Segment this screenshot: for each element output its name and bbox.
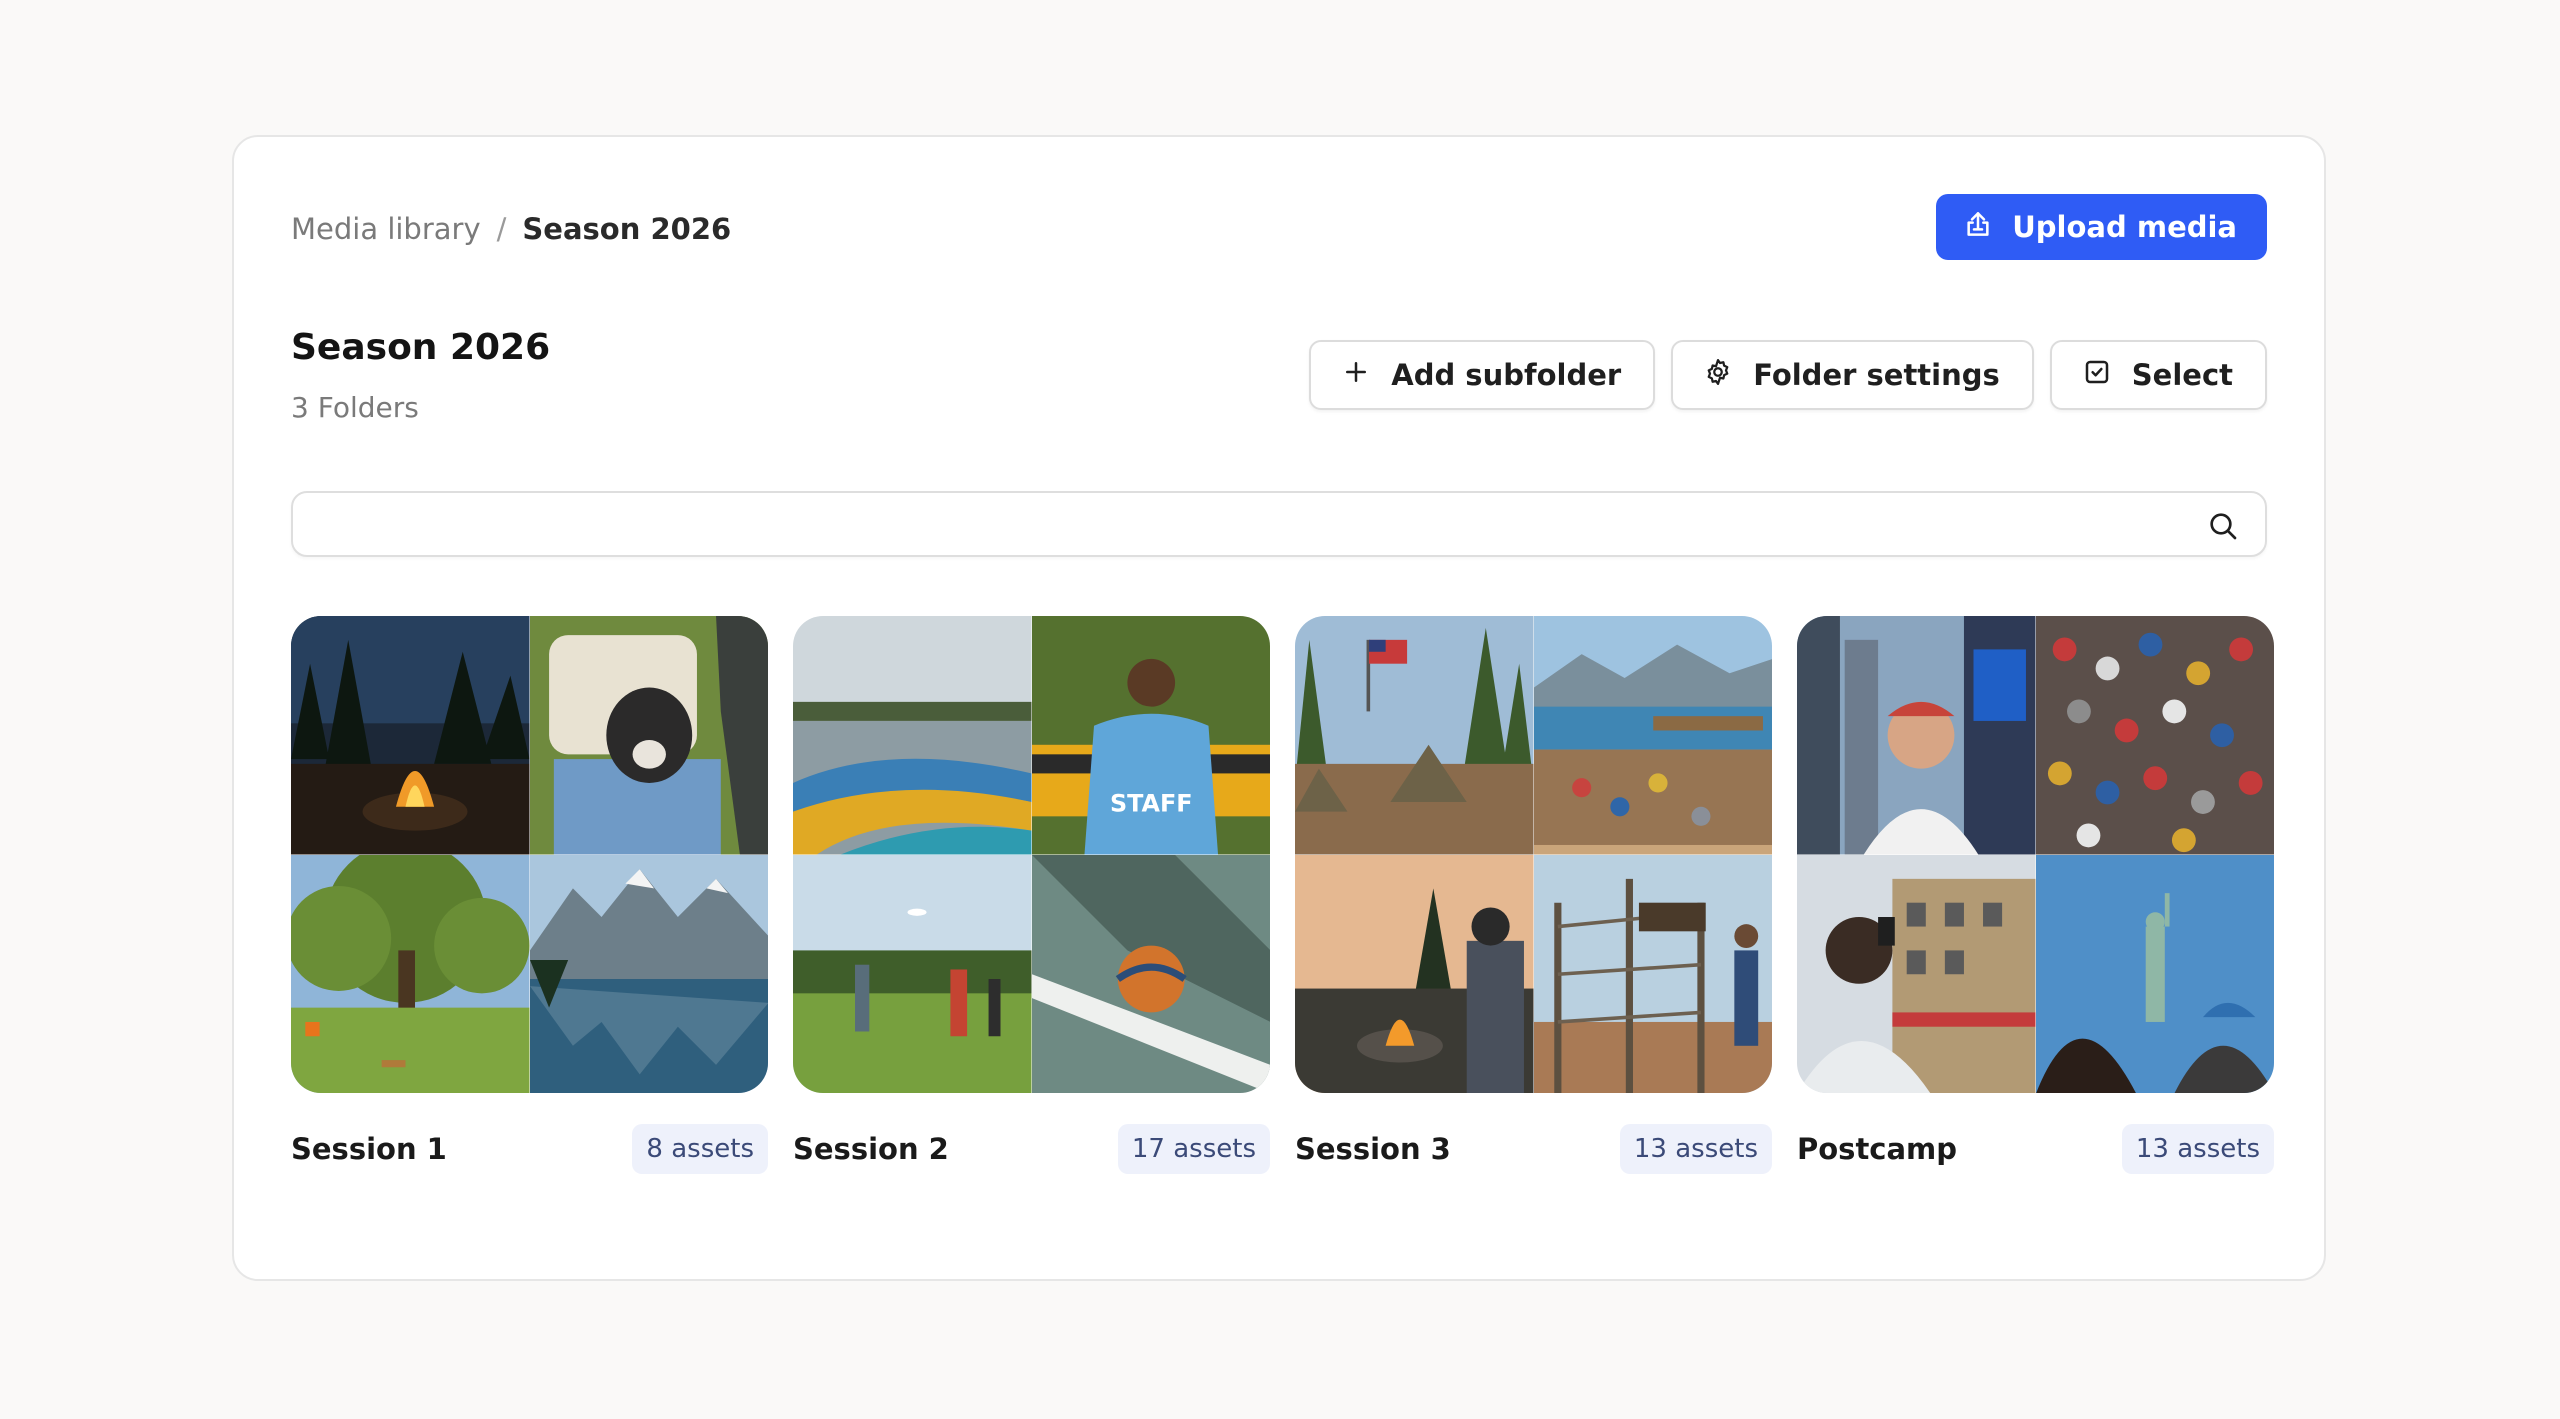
subfolder-thumbnail — [1797, 616, 2274, 1093]
subfolder-card[interactable]: Session 3 13 assets — [1295, 616, 1772, 1175]
photo-staff-shirt-bus: STAFF — [1031, 616, 1270, 855]
asset-count-badge: 13 assets — [2121, 1124, 2274, 1174]
subfolder-name: Session 3 — [1295, 1132, 1451, 1166]
folder-count: 3 Folders — [291, 391, 419, 424]
photo-kayaks-lake — [793, 616, 1032, 855]
media-library-card: Media library / Season 2026 Upload media… — [232, 135, 2326, 1281]
photo-statue-of-liberty — [2035, 854, 2274, 1093]
subfolder-card[interactable]: Session 1 8 assets — [291, 616, 768, 1175]
breadcrumb-current: Season 2026 — [522, 212, 732, 246]
subfolder-card[interactable]: STAFF Session 2 17 assets — [793, 616, 1270, 1175]
upload-icon — [1962, 208, 1994, 247]
upload-media-button[interactable]: Upload media — [1936, 194, 2267, 260]
subfolder-thumbnail — [1295, 616, 1772, 1093]
add-subfolder-label: Add subfolder — [1391, 358, 1622, 392]
gear-icon — [1703, 357, 1733, 394]
photo-picnic-tree-meadow — [291, 854, 530, 1093]
asset-count-badge: 8 assets — [632, 1124, 768, 1174]
photo-love-locks-wall — [2035, 616, 2274, 855]
search-input[interactable] — [293, 493, 2265, 555]
subfolder-card[interactable]: Postcamp 13 assets — [1797, 616, 2274, 1175]
subfolder-thumbnail — [291, 616, 768, 1093]
select-label: Select — [2131, 358, 2233, 392]
upload-media-label: Upload media — [2012, 210, 2237, 244]
subfolder-name: Session 1 — [291, 1132, 447, 1166]
folder-actions: Add subfolder Folder settings Select — [1309, 340, 2267, 410]
search-icon[interactable] — [2207, 510, 2239, 542]
photo-ropes-course — [1533, 854, 1772, 1093]
asset-count-badge: 13 assets — [1619, 1124, 1772, 1174]
add-subfolder-button[interactable]: Add subfolder — [1309, 340, 1656, 410]
breadcrumb-media-library[interactable]: Media library — [291, 212, 481, 246]
photo-campfire-night — [291, 616, 530, 855]
photo-dog-golf-cart — [529, 616, 768, 855]
photo-basketball-court — [1031, 854, 1270, 1093]
folder-settings-label: Folder settings — [1753, 358, 2000, 392]
subfolder-meta: Session 3 13 assets — [1295, 1123, 1772, 1175]
photo-times-square-selfie — [1797, 616, 2036, 855]
subfolder-name: Session 2 — [793, 1132, 949, 1166]
search-bar — [291, 491, 2267, 557]
subfolder-name: Postcamp — [1797, 1132, 1958, 1166]
page-title: Season 2026 — [291, 327, 551, 368]
breadcrumb: Media library / Season 2026 — [291, 209, 731, 249]
photo-flag-campsite — [1295, 616, 1534, 855]
svg-text:STAFF: STAFF — [1109, 790, 1192, 818]
checkbox-icon — [2082, 357, 2112, 394]
photo-city-phone-photo — [1797, 854, 2036, 1093]
subfolder-grid: Session 1 8 assets STAFF Session 2 17 as… — [291, 616, 2274, 1175]
photo-love-locks-lake — [1533, 616, 1772, 855]
select-button[interactable]: Select — [2049, 340, 2267, 410]
plus-icon — [1341, 357, 1371, 394]
asset-count-badge: 17 assets — [1117, 1124, 1270, 1174]
subfolder-meta: Session 2 17 assets — [793, 1123, 1270, 1175]
folder-settings-button[interactable]: Folder settings — [1671, 340, 2034, 410]
breadcrumb-separator: / — [496, 212, 507, 246]
photo-frisbee-field — [793, 854, 1032, 1093]
subfolder-meta: Session 1 8 assets — [291, 1123, 768, 1175]
subfolder-thumbnail: STAFF — [793, 616, 1270, 1093]
subfolder-meta: Postcamp 13 assets — [1797, 1123, 2274, 1175]
photo-mountain-lake — [529, 854, 768, 1093]
photo-campfire-sunset — [1295, 854, 1534, 1093]
